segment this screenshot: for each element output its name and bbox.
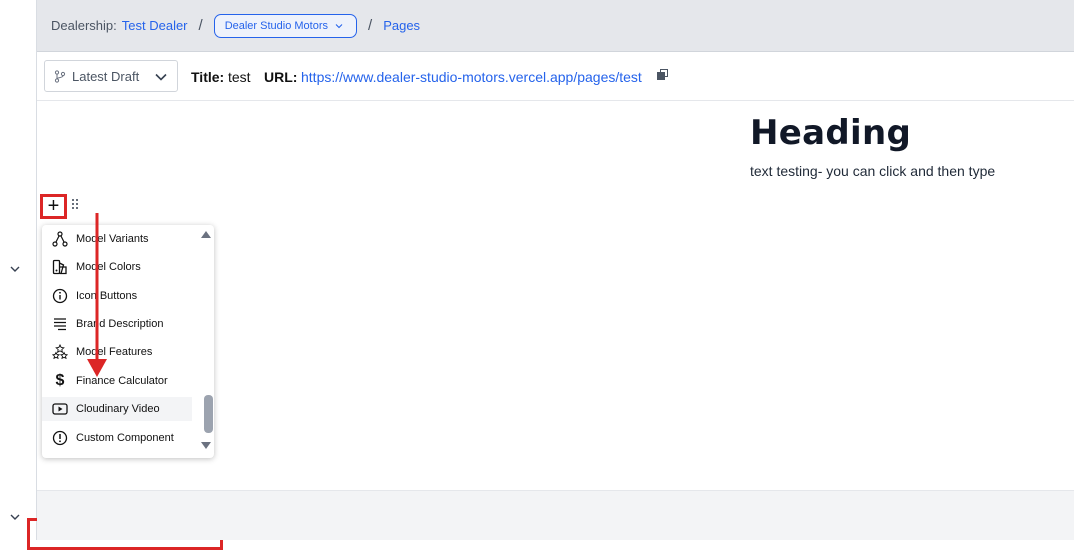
branch-icon <box>54 69 66 83</box>
chevron-down-icon <box>155 73 167 81</box>
left-rail <box>0 0 37 540</box>
dollar-icon: $ <box>55 372 65 389</box>
url-link[interactable]: https://www.dealer-studio-motors.vercel.… <box>301 69 642 85</box>
page-text[interactable]: text testing- you can click and then typ… <box>750 163 995 179</box>
scroll-up-arrow-icon[interactable] <box>200 229 212 239</box>
menu-item-finance-calculator[interactable]: $ Finance Calculator <box>42 369 192 393</box>
page-toolbar: Latest Draft Title: test URL: https://ww… <box>37 52 1074 101</box>
pages-link[interactable]: Pages <box>383 18 420 33</box>
scrollbar-thumb[interactable] <box>204 395 213 433</box>
add-block-button[interactable]: + <box>40 194 67 219</box>
title-label: Title: <box>191 69 225 85</box>
footer-area <box>37 490 1074 540</box>
component-menu: Model Variants Model Colors Icon Buttons… <box>27 225 223 550</box>
breadcrumb-separator: / <box>198 17 203 34</box>
stars-icon <box>51 343 69 361</box>
menu-item-label: Custom Component <box>76 432 174 444</box>
title-value: test <box>228 69 251 85</box>
text-lines-icon <box>51 315 69 333</box>
drag-handle-icon[interactable] <box>71 198 79 210</box>
swatch-icon <box>51 258 69 276</box>
page-canvas: Heading text testing- you can click and … <box>27 101 1074 550</box>
page-heading[interactable]: Heading <box>750 113 911 153</box>
chevron-down-icon <box>335 23 343 28</box>
breadcrumb: Dealership: Test Dealer / Dealer Studio … <box>37 0 1074 52</box>
video-play-icon <box>51 400 69 418</box>
menu-item-brand-description[interactable]: Brand Description <box>42 312 192 336</box>
hierarchy-icon <box>51 230 69 248</box>
menu-item-label: Cloudinary Video <box>76 403 160 415</box>
menu-item-custom-component[interactable]: Custom Component <box>42 426 192 450</box>
menu-item-model-features[interactable]: Model Features <box>42 340 192 364</box>
dealership-label: Dealership: <box>51 18 117 33</box>
annotation-arrow-icon <box>87 213 107 377</box>
menu-item-model-colors[interactable]: Model Colors <box>42 255 192 279</box>
menu-item-icon-buttons[interactable]: Icon Buttons <box>42 284 192 308</box>
chevron-down-icon[interactable] <box>8 262 22 276</box>
copy-icon[interactable] <box>657 69 668 80</box>
breadcrumb-separator: / <box>368 17 373 34</box>
dealer-select[interactable]: Dealer Studio Motors <box>213 13 358 38</box>
draft-select[interactable]: Latest Draft <box>44 60 178 92</box>
menu-item-cloudinary-video[interactable]: Cloudinary Video <box>42 397 192 421</box>
menu-item-model-variants[interactable]: Model Variants <box>42 227 192 251</box>
draft-select-label: Latest Draft <box>72 68 140 84</box>
info-circle-icon <box>51 287 69 305</box>
chevron-down-icon[interactable] <box>8 510 22 524</box>
dealership-link[interactable]: Test Dealer <box>122 18 188 33</box>
dealer-select-label: Dealer Studio Motors <box>224 19 329 32</box>
scroll-down-arrow-icon[interactable] <box>200 441 212 451</box>
url-label: URL: <box>264 69 298 85</box>
exclamation-circle-icon <box>51 429 69 447</box>
